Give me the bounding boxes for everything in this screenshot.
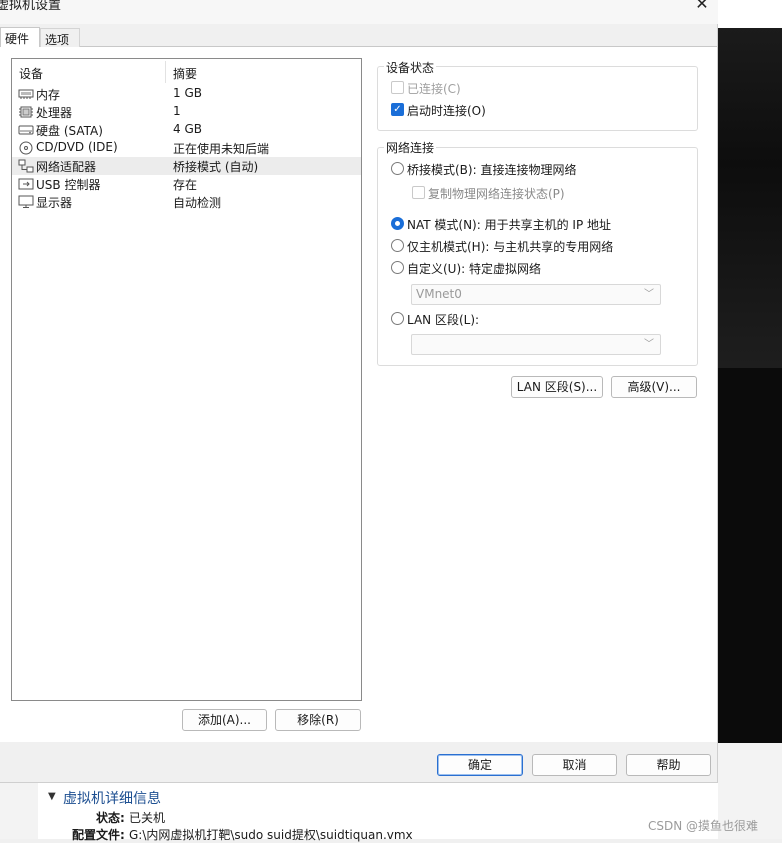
- device-summary: 1 GB: [173, 86, 202, 100]
- bridged-label: 桥接模式(B): 直接连接物理网络: [407, 163, 577, 177]
- replicate-state-checkbox[interactable]: [412, 186, 425, 199]
- lan-segment-radio[interactable]: [391, 312, 404, 325]
- display-icon: [18, 195, 34, 208]
- close-button[interactable]: ✕: [686, 0, 718, 16]
- background-desktop: [718, 0, 782, 28]
- status-value: 已关机: [129, 811, 166, 825]
- chevron-down-icon: ﹀: [644, 339, 654, 350]
- cd-dvd-icon: [19, 141, 33, 155]
- watermark: CSDN @摸鱼也很难: [648, 819, 759, 833]
- collapse-arrow-icon[interactable]: ▼: [48, 791, 56, 802]
- config-file-value: G:\内网虚拟机打靶\sudo suid提权\suidtiquan.vmx: [129, 828, 413, 842]
- nat-radio[interactable]: [391, 217, 404, 230]
- details-title[interactable]: 虚拟机详细信息: [63, 788, 161, 808]
- device-summary: 正在使用未知后端: [173, 142, 270, 156]
- device-name: USB 控制器: [36, 178, 101, 192]
- device-name: 处理器: [36, 106, 73, 120]
- device-row-network-adapter[interactable]: 网络适配器 桥接模式 (自动): [12, 157, 361, 175]
- device-row-hard-disk[interactable]: 硬盘 (SATA) 4 GB: [12, 121, 361, 139]
- column-header-summary[interactable]: 摘要: [173, 65, 197, 82]
- device-row-processor[interactable]: 处理器 1: [12, 103, 361, 121]
- lan-segment-select[interactable]: ﹀: [411, 334, 661, 355]
- hard-disk-icon: [18, 125, 34, 135]
- network-connection-legend: 网络连接: [384, 139, 437, 156]
- advanced-button[interactable]: 高级(V)...: [611, 376, 697, 398]
- connected-label: 已连接(C): [407, 82, 461, 96]
- device-summary: 桥接模式 (自动): [173, 160, 259, 174]
- nat-label: NAT 模式(N): 用于共享主机的 IP 地址: [407, 218, 612, 232]
- column-divider[interactable]: [165, 61, 166, 83]
- custom-label: 自定义(U): 特定虚拟网络: [407, 262, 542, 276]
- custom-radio[interactable]: [391, 261, 404, 274]
- help-button[interactable]: 帮助: [626, 754, 711, 776]
- device-row-cd-dvd[interactable]: CD/DVD (IDE) 正在使用未知后端: [12, 139, 361, 157]
- add-device-button[interactable]: 添加(A)...: [182, 709, 267, 731]
- device-row-memory[interactable]: 内存 1 GB: [12, 85, 361, 103]
- usb-icon: [18, 178, 34, 190]
- lan-segments-button[interactable]: LAN 区段(S)...: [511, 376, 603, 398]
- device-name: 显示器: [36, 196, 73, 210]
- tab-hardware[interactable]: 硬件: [0, 27, 40, 47]
- device-list[interactable]: 设备 摘要 内存 1 GB 处理器 1 硬盘 (SATA) 4 GB CD/DV…: [11, 58, 362, 701]
- device-name: CD/DVD (IDE): [36, 140, 118, 154]
- device-summary: 存在: [173, 178, 198, 192]
- device-summary: 4 GB: [173, 122, 202, 136]
- device-summary: 1: [173, 104, 181, 118]
- custom-network-value: VMnet0: [416, 287, 462, 301]
- device-name: 网络适配器: [36, 160, 97, 174]
- tab-options[interactable]: 选项: [40, 28, 80, 47]
- ok-button[interactable]: 确定: [437, 754, 523, 776]
- host-only-radio[interactable]: [391, 239, 404, 252]
- device-name: 内存: [36, 88, 61, 102]
- device-name: 硬盘 (SATA): [36, 124, 103, 138]
- lan-segment-label: LAN 区段(L):: [407, 313, 480, 327]
- window-title: 虚拟机设置: [0, 0, 62, 13]
- device-row-usb[interactable]: USB 控制器 存在: [12, 175, 361, 193]
- device-row-display[interactable]: 显示器 自动检测: [12, 193, 361, 211]
- cancel-button[interactable]: 取消: [532, 754, 617, 776]
- device-summary: 自动检测: [173, 196, 222, 210]
- host-only-label: 仅主机模式(H): 与主机共享的专用网络: [407, 240, 614, 254]
- connect-at-power-on-label: 启动时连接(O): [407, 104, 486, 118]
- connect-at-power-on-checkbox[interactable]: ✓: [391, 103, 404, 116]
- replicate-state-label: 复制物理网络连接状态(P): [428, 187, 565, 201]
- remove-device-button[interactable]: 移除(R): [275, 709, 361, 731]
- bridged-radio[interactable]: [391, 162, 404, 175]
- config-file-key: 配置文件:: [72, 828, 125, 842]
- column-header-device[interactable]: 设备: [19, 65, 43, 82]
- memory-icon: [18, 89, 34, 99]
- status-key: 状态:: [96, 811, 125, 825]
- chevron-down-icon: ﹀: [644, 289, 654, 300]
- network-adapter-icon: [18, 159, 34, 173]
- background-dark-gradient: [718, 28, 782, 368]
- title-bar: 虚拟机设置 ✕: [0, 0, 718, 24]
- custom-network-select[interactable]: VMnet0 ﹀: [411, 284, 661, 305]
- vm-settings-dialog: 虚拟机设置 ✕ 硬件 选项 设备 摘要 内存 1 GB 处理器 1 硬盘 (SA…: [0, 0, 718, 783]
- processor-icon: [19, 106, 33, 118]
- device-status-legend: 设备状态: [384, 59, 437, 76]
- connected-checkbox[interactable]: [391, 81, 404, 94]
